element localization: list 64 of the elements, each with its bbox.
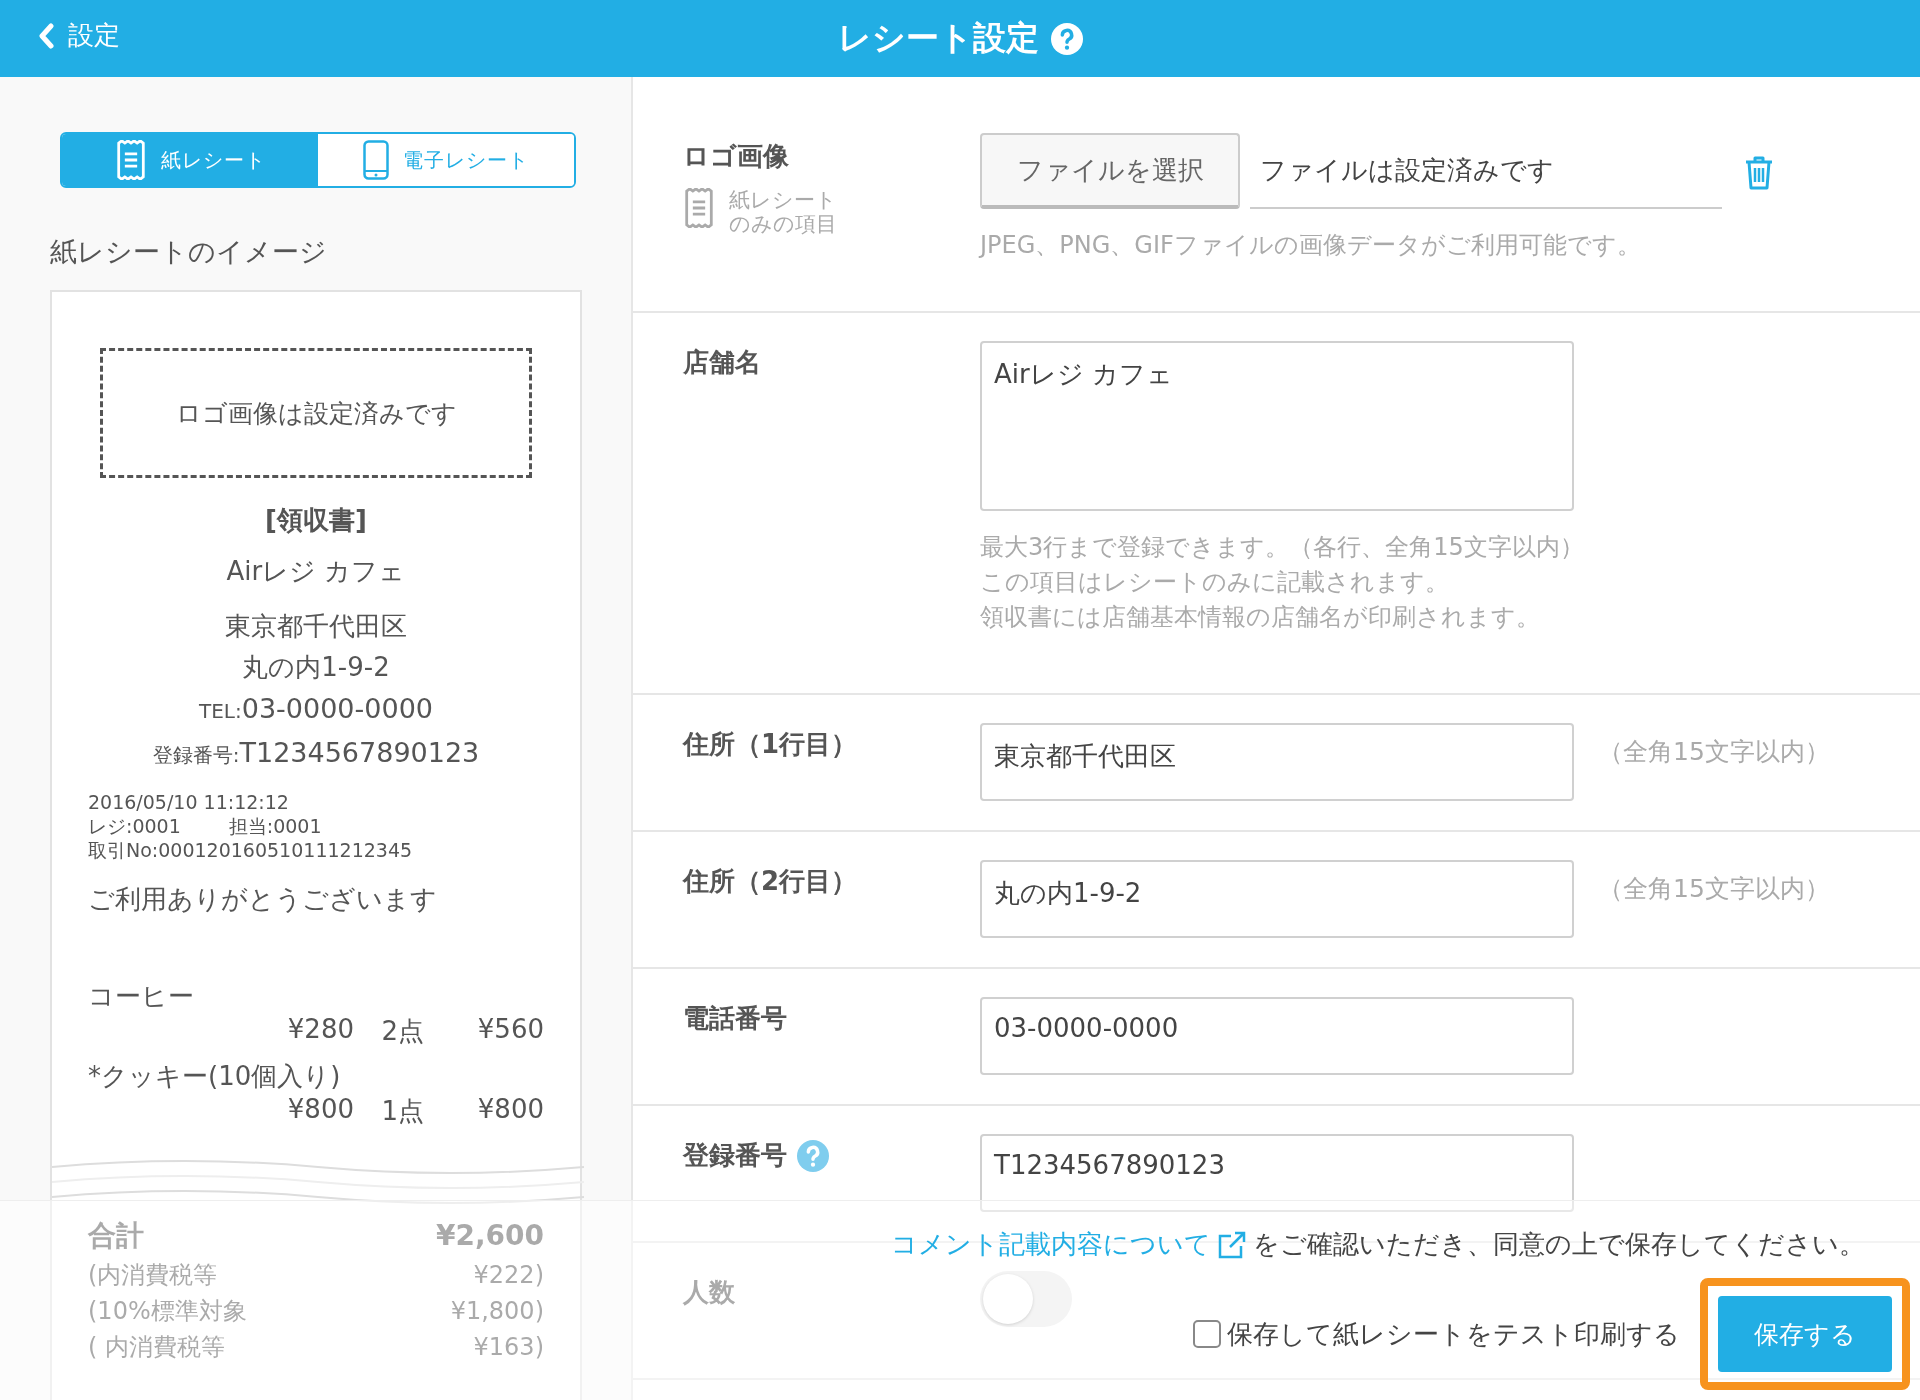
total-value: ¥222) [473, 1260, 544, 1291]
file-name-field: ファイルは設定済みです [1250, 133, 1722, 209]
preview-title: 紙レシートのイメージ [50, 235, 328, 269]
input-field[interactable]: 丸の内1-9-2 [980, 860, 1574, 938]
hint-text: 最大3行まで登録できます。（各行、全角15文字以内） [980, 533, 1585, 562]
external-link-icon [1217, 1229, 1247, 1260]
field-label: 住所（1行目） [683, 728, 858, 761]
receipt-address: 東京都千代田区 [225, 610, 407, 643]
receipt-registration-number: T1234567890123 [239, 736, 480, 770]
receipt-icon [114, 140, 147, 180]
hint-text: この項目はレシートのみに記載されます。 [980, 567, 1450, 597]
total-value: ¥2,600 [435, 1218, 544, 1254]
phone-icon [363, 140, 389, 180]
hint-text: JPEG、PNG、GIFファイルの画像データがご利用可能です。 [980, 231, 1642, 260]
unit-price: ¥800 [286, 1094, 354, 1126]
field-label: 住所（2行目） [683, 865, 858, 898]
item-quantity: 2点 [380, 1015, 424, 1048]
item-name: コーヒー [88, 980, 195, 1013]
hint-text: （全角15文字以内） [1598, 736, 1830, 768]
input-field[interactable]: T1234567890123 [980, 1134, 1574, 1212]
transaction-number: 取引No:000120160510111212345 [88, 838, 414, 862]
item-subtotal: ¥800 [476, 1094, 544, 1126]
total-label: (10%標準対象 [88, 1296, 247, 1327]
total-value: ¥1,800) [450, 1296, 544, 1327]
staff-number: 担当:0001 [228, 814, 322, 838]
notice-text: をご確認いただき、同意の上で保存してください。 [1253, 1228, 1865, 1261]
help-icon[interactable] [797, 1139, 829, 1172]
total-label: (内消費税等 [88, 1260, 218, 1291]
receipt-heading: [領収書] [265, 504, 367, 537]
thanks-message: ご利用ありがとうございます [88, 883, 438, 916]
choose-file-button[interactable]: ファイルを選択 [980, 133, 1240, 209]
total-value: ¥163) [473, 1332, 544, 1363]
trash-icon[interactable] [1744, 155, 1774, 191]
receipt-store-name: Airレジ カフェ [226, 555, 406, 588]
field-label: 電話番号 [683, 1002, 787, 1035]
logo-image-field: ロゴ画像は設定済みです [100, 348, 532, 478]
unit-price: ¥280 [286, 1014, 354, 1046]
input-field[interactable]: 03-0000-0000 [980, 997, 1574, 1075]
test-print-checkbox[interactable]: 保存して紙レシートをテスト印刷する [1193, 1316, 1680, 1352]
tel-label: TEL: [199, 698, 242, 725]
field-label: ロゴ画像 [683, 140, 789, 173]
paper-only-note: のみの項目 [729, 212, 837, 237]
register-number: レジ:0001 [88, 814, 181, 838]
receipt-address: 丸の内1-9-2 [242, 651, 390, 684]
page-title: レシート設定 [837, 17, 1039, 59]
hint-text: （全角15文字以内） [1598, 873, 1830, 905]
total-label: ( 内消費税等 [88, 1332, 225, 1363]
store-name-field[interactable]: Airレジ カフェ [980, 341, 1574, 511]
item-subtotal: ¥560 [476, 1014, 544, 1046]
paper-only-note: 紙レシート [729, 188, 837, 213]
chevron-left-icon [38, 22, 54, 49]
field-label: 店舗名 [683, 346, 761, 379]
input-field[interactable]: 東京都千代田区 [980, 723, 1574, 801]
item-quantity: 1点 [380, 1095, 424, 1128]
field-label: 人数 [683, 1276, 735, 1309]
receipt-icon [683, 188, 715, 228]
field-label: 登録番号 [683, 1139, 787, 1172]
receipt-phone: 03-0000-0000 [241, 692, 433, 726]
hint-text: 領収書には店舗基本情報の店舗名が印刷されます。 [980, 602, 1541, 632]
total-label: 合計 [88, 1218, 144, 1254]
receipt-datetime: 2016/05/10 11:12:12 [88, 790, 290, 814]
registration-label: 登録番号: [152, 743, 240, 769]
item-name: *クッキー(10個入り) [88, 1060, 342, 1093]
help-icon[interactable] [1050, 22, 1083, 55]
